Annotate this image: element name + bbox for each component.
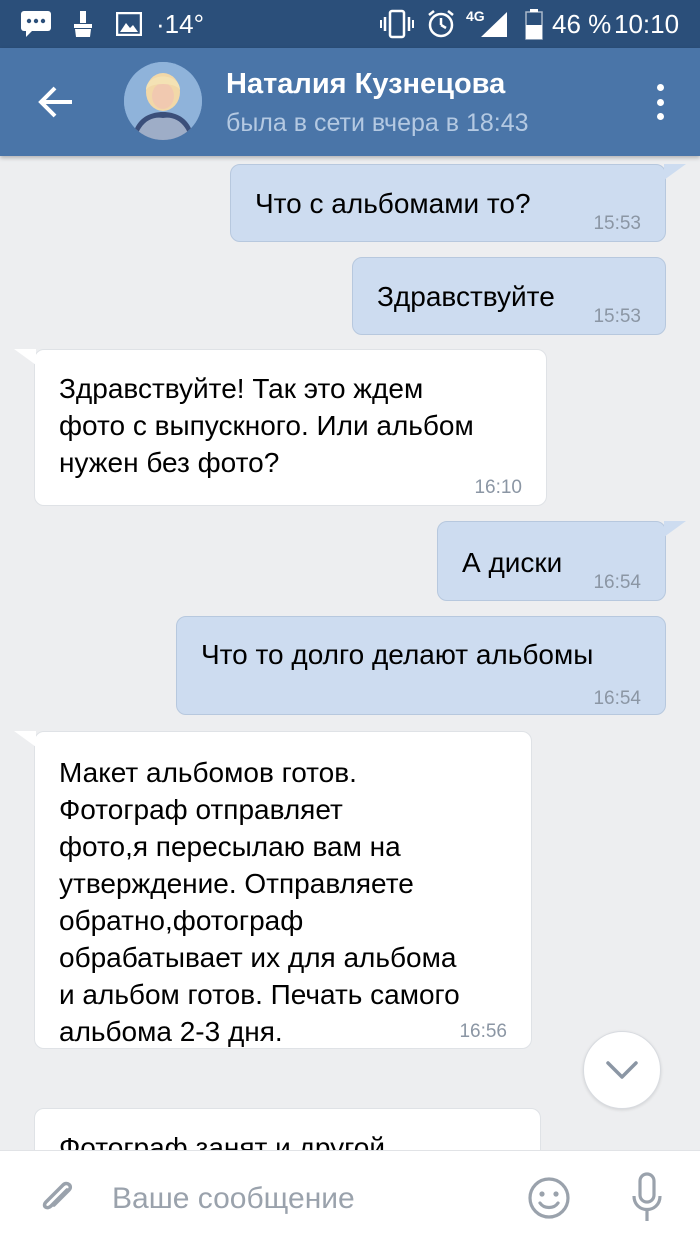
scroll-to-bottom-button[interactable]: [583, 1031, 661, 1109]
temperature-label: ·14°: [156, 8, 204, 39]
message-text: Фотограф занят и другой: [59, 1132, 385, 1150]
message-incoming[interactable]: Здравствуйте! Так это ждем фото с выпуск…: [34, 349, 547, 506]
chat-header: Наталия Кузнецова была в сети вчера в 18…: [0, 48, 700, 156]
message-outgoing[interactable]: Здравствуйте 15:53: [352, 257, 666, 335]
clock: 10:10: [614, 8, 680, 39]
message-text: Здравствуйте! Так это ждем фото с выпуск…: [59, 373, 474, 478]
message-text: Макет альбомов готов. Фотограф отправляе…: [59, 757, 460, 1047]
back-button[interactable]: [24, 70, 88, 134]
message-time: 16:54: [593, 572, 641, 593]
network-type-label: 4G: [466, 8, 485, 24]
more-menu-button[interactable]: [648, 78, 672, 126]
message-notification-icon: [20, 0, 52, 48]
message-incoming[interactable]: Фотограф занят и другой: [34, 1108, 541, 1150]
smiley-icon: [528, 1177, 570, 1219]
message-outgoing[interactable]: Что с альбомами то? 15:53: [230, 164, 666, 242]
gallery-icon: [116, 0, 142, 48]
bubble-tail: [14, 349, 36, 365]
emoji-button[interactable]: [524, 1173, 574, 1223]
cleaner-icon: [72, 0, 94, 48]
battery-percent: 46 %: [552, 8, 612, 39]
microphone-icon: [632, 1172, 662, 1221]
bubble-tail: [664, 521, 686, 537]
attach-button[interactable]: [30, 1171, 84, 1225]
message-time: 16:10: [474, 477, 522, 498]
paperclip-icon: [42, 1181, 73, 1210]
battery-icon: [524, 0, 544, 48]
message-list[interactable]: Что с альбомами то? 15:53 Здравствуйте 1…: [0, 156, 700, 1150]
arrow-left-icon: [38, 86, 72, 118]
message-time: 15:53: [593, 213, 641, 234]
voice-message-button[interactable]: [622, 1169, 672, 1227]
message-time: 15:53: [593, 306, 641, 327]
contact-name[interactable]: Наталия Кузнецова: [226, 68, 505, 101]
contact-status: была в сети вчера в 18:43: [226, 109, 529, 137]
status-bar: ·14° 4G 46 % 10:10: [0, 0, 700, 48]
message-text: А диски: [462, 547, 563, 578]
message-text: Что с альбомами то?: [255, 188, 531, 219]
message-text: Здравствуйте: [377, 281, 555, 312]
signal-icon: 4G: [466, 0, 509, 48]
bubble-tail: [14, 731, 36, 747]
message-input[interactable]: [112, 1175, 502, 1223]
message-composer: [0, 1150, 700, 1244]
message-incoming[interactable]: Макет альбомов готов. Фотограф отправляе…: [34, 731, 532, 1049]
alarm-icon: [426, 0, 456, 48]
more-vertical-icon: [656, 84, 664, 91]
message-outgoing[interactable]: А диски 16:54: [437, 521, 666, 601]
chevron-down-icon: [606, 1061, 638, 1079]
message-text: Что то долго делают альбомы: [201, 639, 594, 670]
message-outgoing[interactable]: Что то долго делают альбомы 16:54: [176, 616, 666, 715]
bubble-tail: [664, 164, 686, 180]
avatar[interactable]: [124, 62, 202, 140]
vibrate-icon: [380, 0, 414, 48]
message-time: 16:56: [459, 1021, 507, 1042]
message-time: 16:54: [593, 688, 641, 709]
